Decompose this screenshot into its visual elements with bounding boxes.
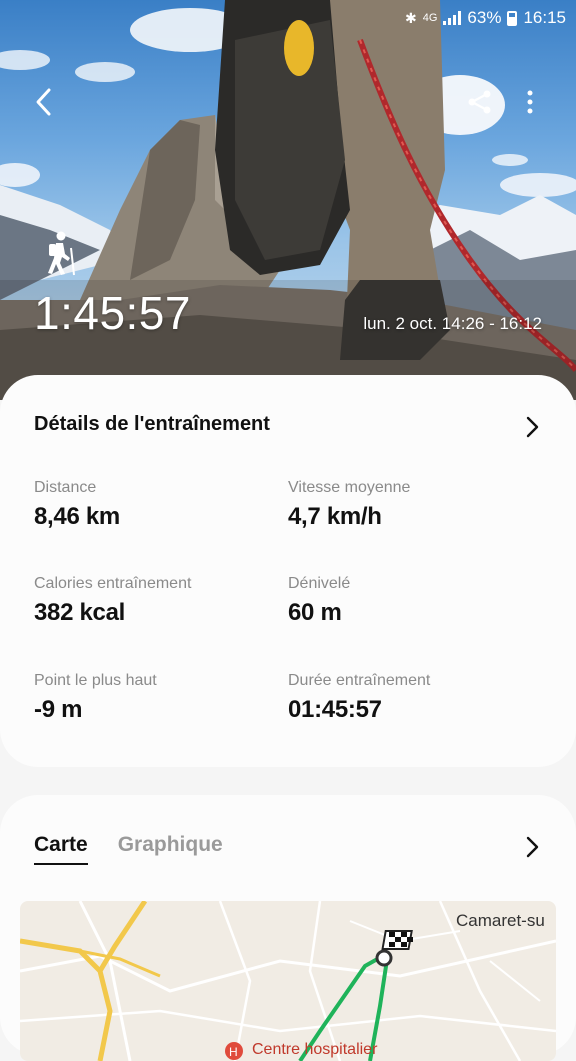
- workout-date-range: lun. 2 oct. 14:26 - 16:12: [363, 314, 542, 333]
- share-button[interactable]: [460, 82, 500, 122]
- map-place-label: Camaret-su: [456, 911, 545, 930]
- chevron-right-icon[interactable]: [522, 835, 542, 859]
- hiking-icon: [48, 231, 75, 276]
- battery-icon: [507, 10, 518, 26]
- workout-details-card: Détails de l'entraînement Distance 8,46 …: [0, 375, 576, 767]
- network-type: 4G: [422, 12, 438, 24]
- map-card: Carte Graphique H Camaret-su Centre hosp…: [0, 795, 576, 1061]
- stat-value: 01:45:57: [288, 696, 382, 723]
- mountain-photo: [0, 0, 576, 400]
- stat-value: 8,46 km: [34, 503, 120, 530]
- stat-label: Calories entraînement: [34, 575, 192, 592]
- route-map[interactable]: H Camaret-su Centre hospitalier: [20, 901, 556, 1061]
- chevron-right-icon[interactable]: [522, 415, 542, 439]
- back-button[interactable]: [22, 82, 66, 122]
- stat-value: -9 m: [34, 696, 83, 723]
- stat-value: 4,7 km/h: [288, 503, 382, 530]
- more-vertical-icon: [527, 90, 533, 114]
- share-icon: [468, 90, 491, 114]
- svg-text:H: H: [229, 1045, 238, 1059]
- map-poi-label: Centre hospitalier: [252, 1041, 378, 1058]
- map-tabs: Carte Graphique: [34, 833, 223, 865]
- battery-percent: 63%: [467, 8, 502, 27]
- start-marker: [375, 949, 393, 967]
- stat-highest-point: Point le plus haut -9 m: [34, 672, 157, 724]
- signal-icon: [443, 11, 462, 25]
- stat-label: Dénivelé: [288, 575, 351, 592]
- stat-label: Durée entraînement: [288, 672, 431, 689]
- more-options-button[interactable]: [512, 82, 548, 122]
- finish-flag-icon: [381, 930, 413, 950]
- stat-workout-duration: Durée entraînement 01:45:57: [288, 672, 430, 724]
- stat-distance: Distance 8,46 km: [34, 479, 120, 531]
- bluetooth-icon: ✱: [405, 9, 417, 26]
- stat-label: Distance: [34, 479, 97, 496]
- status-bar: ✱ 4G 63% 16:15: [405, 6, 566, 30]
- stat-elevation-gain: Dénivelé 60 m: [288, 575, 350, 627]
- stat-average-speed: Vitesse moyenne 4,7 km/h: [288, 479, 410, 531]
- stat-calories: Calories entraînement 382 kcal: [34, 575, 191, 627]
- details-title: Détails de l'entraînement: [34, 413, 270, 435]
- workout-hero-image: ✱ 4G 63% 16:15 1:45:57 lun. 2 oct. 14:26…: [0, 0, 576, 400]
- stat-label: Vitesse moyenne: [288, 479, 411, 496]
- clock: 16:15: [523, 8, 566, 27]
- tab-map[interactable]: Carte: [34, 833, 88, 865]
- stat-label: Point le plus haut: [34, 672, 157, 689]
- workout-duration: 1:45:57: [34, 287, 191, 339]
- stat-value: 382 kcal: [34, 599, 126, 626]
- stat-value: 60 m: [288, 599, 342, 626]
- tab-graph[interactable]: Graphique: [118, 833, 223, 865]
- back-arrow-icon: [36, 88, 51, 116]
